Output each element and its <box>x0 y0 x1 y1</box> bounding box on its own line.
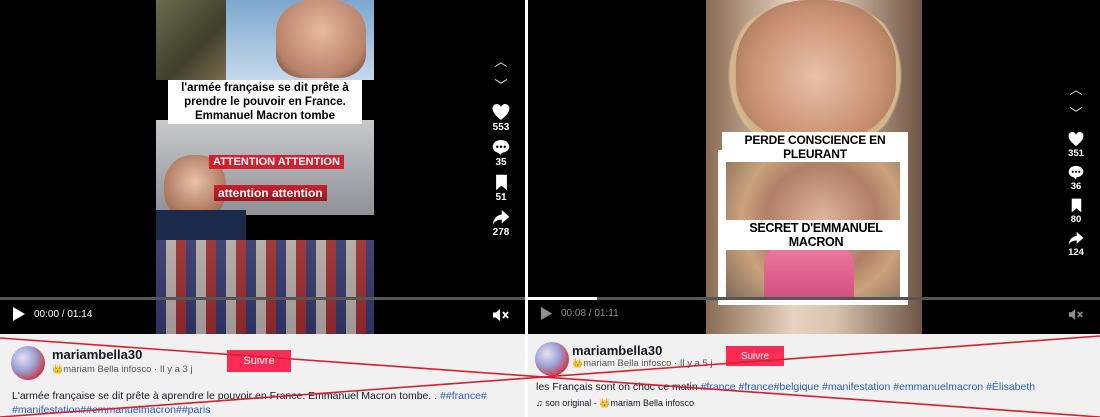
share-count: 278 <box>492 227 510 238</box>
playback-controls: 00:08 / 01:11 <box>540 306 619 321</box>
share-icon <box>1068 231 1084 246</box>
like-count: 351 <box>1068 148 1084 159</box>
author-meta: 👑mariam Bella infosco · Il y a 3 j <box>52 364 193 375</box>
chevron-up-icon[interactable]: ︿ <box>486 50 516 74</box>
username[interactable]: mariambella30 <box>572 343 662 358</box>
save-button[interactable]: 80 <box>1061 198 1091 225</box>
chevron-down-icon[interactable]: ﹀ <box>486 74 516 98</box>
share-icon <box>492 210 510 225</box>
share-button[interactable]: 124 <box>1061 231 1091 258</box>
soldier-image <box>156 0 226 80</box>
like-count: 553 <box>492 122 510 133</box>
music-note-icon: ♫ <box>536 398 543 408</box>
comment-button[interactable]: 36 <box>1061 165 1091 192</box>
sound-author: mariam Bella infosco <box>610 398 695 408</box>
hashtag-link[interactable]: ##france# <box>440 390 487 402</box>
share-button[interactable]: 278 <box>486 209 516 238</box>
attention-banner-lower: attention attention <box>214 185 327 201</box>
action-column: ︿ ﹀ 553 35 51 278 <box>486 50 516 238</box>
avatar[interactable] <box>535 342 569 376</box>
time-display: 00:00 / 01:14 <box>34 308 93 320</box>
hashtag-link[interactable]: #manifestation <box>822 381 890 393</box>
follow-button[interactable]: Suivre <box>227 350 291 372</box>
play-icon[interactable] <box>12 306 26 322</box>
author-meta: 👑mariam Bella infosco · Il y a 5 j <box>572 358 713 369</box>
action-column: ︿ ﹀ 351 36 80 124 <box>1061 78 1091 258</box>
tiktok-post-1: l'armée française se dit prête à prendre… <box>0 0 525 417</box>
username[interactable]: mariambella30 <box>52 347 142 362</box>
progress-bar[interactable] <box>0 297 525 300</box>
heart-icon <box>492 104 510 120</box>
post-age: Il y a 3 j <box>159 364 193 375</box>
progress-fill <box>528 297 597 300</box>
post-description: les Français sont on choc ce matin #fran… <box>536 380 1096 394</box>
comment-button[interactable]: 35 <box>486 139 516 168</box>
chevron-down-icon[interactable]: ﹀ <box>1061 102 1091 126</box>
save-button[interactable]: 51 <box>486 174 516 203</box>
mute-icon[interactable] <box>492 308 510 322</box>
hashtag-link[interactable]: #emmanuelmacron <box>893 381 983 393</box>
author-display-name[interactable]: mariam Bella infosco <box>583 358 671 369</box>
video-caption: l'armée française se dit prête à prendre… <box>168 80 362 124</box>
avatar[interactable] <box>11 346 45 380</box>
author-display-name[interactable]: mariam Bella infosco <box>63 364 151 375</box>
video-player[interactable]: PERDE CONSCIENCE EN PLEURANT SECRET D'EM… <box>528 0 1100 334</box>
save-count: 80 <box>1070 214 1082 225</box>
share-count: 124 <box>1068 247 1084 258</box>
woman-face-image <box>736 0 896 140</box>
comment-count: 35 <box>495 157 507 168</box>
post-description: L'armée française se dit prête à aprendr… <box>12 389 522 417</box>
comment-icon <box>492 140 510 155</box>
hashtag-link[interactable]: #Élisabeth <box>986 381 1035 393</box>
heart-icon <box>1068 132 1084 147</box>
mute-icon[interactable] <box>1068 308 1084 321</box>
video-caption-bottom: SECRET D'EMMANUEL MACRON <box>724 220 908 250</box>
comment-count: 36 <box>1070 181 1082 192</box>
video-player[interactable]: l'armée française se dit prête à prendre… <box>0 0 525 334</box>
bookmark-icon <box>495 174 507 191</box>
hashtag-link[interactable]: #manifestation##emmanuelmacron##paris <box>12 404 210 416</box>
playback-controls: 00:00 / 01:14 <box>12 306 92 322</box>
sound-label: son original - <box>545 398 600 408</box>
like-button[interactable]: 351 <box>1061 132 1091 159</box>
description-text: L'armée française se dit prête à aprendr… <box>12 390 441 402</box>
post-age: Il y a 5 j <box>679 358 713 369</box>
comment-icon <box>1068 165 1084 180</box>
hashtag-link[interactable]: #france <box>701 381 736 393</box>
crown-icon: 👑 <box>599 398 611 408</box>
bookmark-icon <box>1071 198 1081 213</box>
hashtag-link[interactable]: #france <box>739 381 774 393</box>
time-display: 00:08 / 01:11 <box>561 308 619 319</box>
attention-banner: ATTENTION ATTENTION <box>209 155 344 169</box>
progress-bar[interactable] <box>528 297 1100 300</box>
sound-link[interactable]: ♫ son original - 👑mariam Bella infosco <box>536 398 694 409</box>
video-frame[interactable]: l'armée française se dit prête à prendre… <box>156 0 374 334</box>
crown-icon: 👑 <box>52 364 64 374</box>
like-button[interactable]: 553 <box>486 104 516 133</box>
follow-button[interactable]: Suivre <box>726 346 784 366</box>
crown-icon: 👑 <box>572 358 584 368</box>
play-icon[interactable] <box>540 306 553 321</box>
tiktok-post-2: PERDE CONSCIENCE EN PLEURANT SECRET D'EM… <box>528 0 1100 417</box>
video-frame[interactable]: PERDE CONSCIENCE EN PLEURANT SECRET D'EM… <box>706 0 922 334</box>
video-caption-top: PERDE CONSCIENCE EN PLEURANT <box>722 132 908 162</box>
description-text: les Français sont on choc ce matin <box>536 381 701 393</box>
macron-face-image <box>276 0 366 78</box>
crowd-protest-image <box>156 240 374 334</box>
save-count: 51 <box>495 192 507 203</box>
hashtag-link[interactable]: #belgique <box>774 381 820 393</box>
chevron-up-icon[interactable]: ︿ <box>1061 78 1091 102</box>
